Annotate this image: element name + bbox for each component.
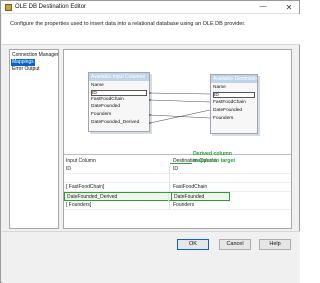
grid-input-cell[interactable]: ID	[64, 165, 170, 174]
grid-destination-cell[interactable]: Founders	[171, 201, 231, 210]
table-row[interactable]: [ FastFoodChain] FastFoodChain	[64, 183, 291, 192]
dialog-footer: OK Cancel Help	[2, 231, 300, 283]
grid-destination-cell[interactable]: FastFoodChain	[171, 183, 231, 192]
grid-header-input-column: Input Column	[66, 158, 96, 164]
grid-input-cell[interactable]: [ Founders]	[64, 201, 170, 210]
title-bar: OLE DB Destination Editor — ✕	[1, 1, 299, 14]
mapping-line-id	[149, 92, 211, 95]
table-row[interactable]: [ Founders] Founders	[64, 201, 291, 210]
close-button[interactable]: ✕	[279, 1, 299, 14]
mapping-grid: Input Column Destination Column ID ID [ …	[64, 156, 291, 228]
minimize-button[interactable]: —	[258, 3, 268, 12]
mapping-dot-datefounded-derived	[149, 122, 151, 124]
grid-input-cell[interactable]	[64, 174, 170, 183]
mapping-dot-id	[149, 92, 151, 94]
page-navigation-list: Connection Manager Mappings Error Output	[9, 49, 59, 229]
window-title: OLE DB Destination Editor	[15, 4, 87, 10]
nav-item-connection-manager[interactable]: Connection Manager	[11, 52, 59, 59]
ssis-app-icon	[5, 4, 12, 11]
mappings-content-panel: Available Input Columns Name ID FastFood…	[63, 49, 292, 229]
mapping-connector-lines	[149, 92, 211, 124]
table-row[interactable]	[64, 174, 291, 183]
table-row[interactable]: ID ID	[64, 165, 291, 174]
mapping-dot-fastfoodchain	[149, 99, 151, 101]
grid-destination-cell[interactable]	[171, 174, 231, 183]
help-button[interactable]: Help	[259, 239, 291, 250]
ok-button[interactable]: OK	[177, 239, 209, 250]
nav-item-mappings[interactable]: Mappings	[11, 59, 35, 66]
derived-column-callout: Derived column mapped to target	[193, 151, 236, 164]
header-band: Configure the properties used to insert …	[2, 14, 300, 45]
table-row-highlighted-destination[interactable]: DateFounded	[172, 192, 230, 201]
mapping-line-fastfoodchain	[149, 99, 211, 103]
cancel-button[interactable]: Cancel	[219, 239, 251, 250]
table-row-highlighted[interactable]: DateFounded_Derived	[64, 192, 172, 202]
column-mapping-diagram: Available Input Columns Name ID FastFood…	[64, 50, 291, 155]
callout-connector-line	[170, 163, 192, 164]
mapping-dot-founders	[149, 114, 151, 116]
grid-destination-cell[interactable]: ID	[171, 165, 231, 174]
mapping-line-datefounded-derived	[149, 109, 211, 124]
header-description: Configure the properties used to insert …	[10, 21, 246, 27]
ole-db-destination-editor-window: OLE DB Destination Editor — ✕ Configure …	[0, 0, 300, 283]
grid-input-cell[interactable]: [ FastFoodChain]	[64, 183, 170, 192]
nav-item-error-output[interactable]: Error Output	[11, 66, 41, 73]
